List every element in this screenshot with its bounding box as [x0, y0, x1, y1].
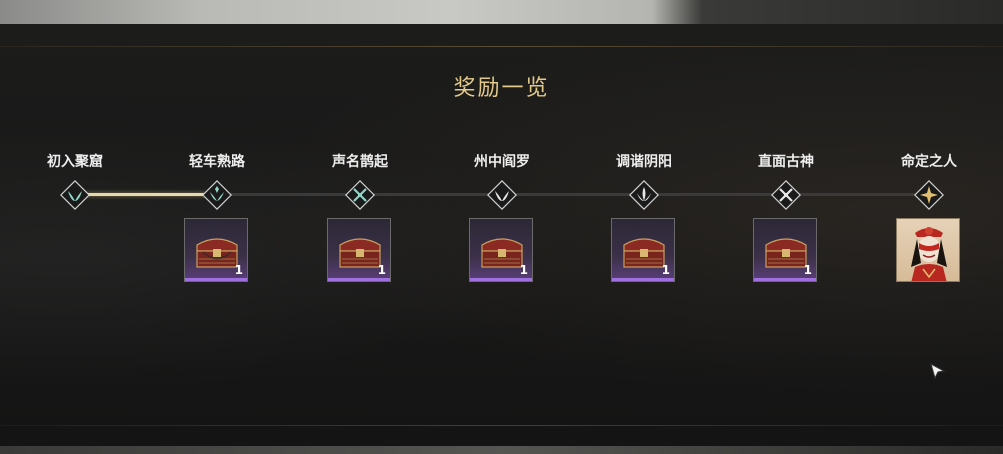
background-scene-bottom	[0, 446, 1003, 454]
progress-track-fill	[72, 193, 215, 196]
stage-label: 直面古神	[758, 154, 814, 170]
rarity-bar	[470, 278, 532, 281]
crossed-swords-icon	[344, 179, 376, 211]
stage-label: 轻车熟路	[189, 154, 245, 170]
background-scene-top	[0, 0, 1003, 24]
stage-1[interactable]: 初入聚窟	[15, 152, 135, 210]
reward-chest[interactable]: 1	[469, 218, 533, 282]
stage-2[interactable]: 轻车熟路 1	[157, 152, 277, 282]
reward-chest[interactable]: 1	[753, 218, 817, 282]
flame-emblem-icon	[628, 179, 660, 211]
panel-title: 奖励一览	[453, 76, 550, 101]
rarity-bar	[754, 278, 816, 281]
stage-6[interactable]: 直面古神 1	[726, 152, 846, 282]
reward-count: 1	[377, 263, 386, 277]
stage-5[interactable]: 调谐阴阳 1	[584, 152, 704, 282]
rarity-bar	[185, 278, 247, 281]
reward-character-portrait[interactable]	[896, 218, 960, 282]
reward-chest[interactable]: 1	[611, 218, 675, 282]
reward-count: 1	[519, 263, 528, 277]
rarity-bar	[612, 278, 674, 281]
stage-label: 命定之人	[901, 154, 957, 170]
stage-4[interactable]: 州中阎罗 1	[442, 152, 562, 282]
stage-label: 声名鹊起	[332, 154, 388, 170]
check-emblem-icon	[201, 179, 233, 211]
reward-chest[interactable]: 1	[327, 218, 391, 282]
stage-label: 州中阎罗	[474, 154, 530, 170]
character-portrait-icon	[911, 227, 947, 281]
rarity-bar	[328, 278, 390, 281]
leaf-emblem-icon	[59, 179, 91, 211]
stage-7[interactable]: 命定之人	[869, 152, 989, 282]
stage-label: 调谐阴阳	[616, 154, 672, 170]
panel-divider-bottom	[0, 425, 1003, 426]
crossed-blades-icon	[770, 179, 802, 211]
panel-divider-top	[0, 46, 1003, 47]
wing-emblem-icon	[486, 179, 518, 211]
reward-chest[interactable]: 1	[184, 218, 248, 282]
gold-star-emblem-icon	[913, 179, 945, 211]
mouse-cursor-icon	[930, 363, 946, 380]
reward-count: 1	[803, 263, 812, 277]
stage-3[interactable]: 声名鹊起 1	[300, 152, 420, 282]
stage-label: 初入聚窟	[47, 154, 103, 170]
reward-count: 1	[661, 263, 670, 277]
reward-count: 1	[234, 263, 243, 277]
